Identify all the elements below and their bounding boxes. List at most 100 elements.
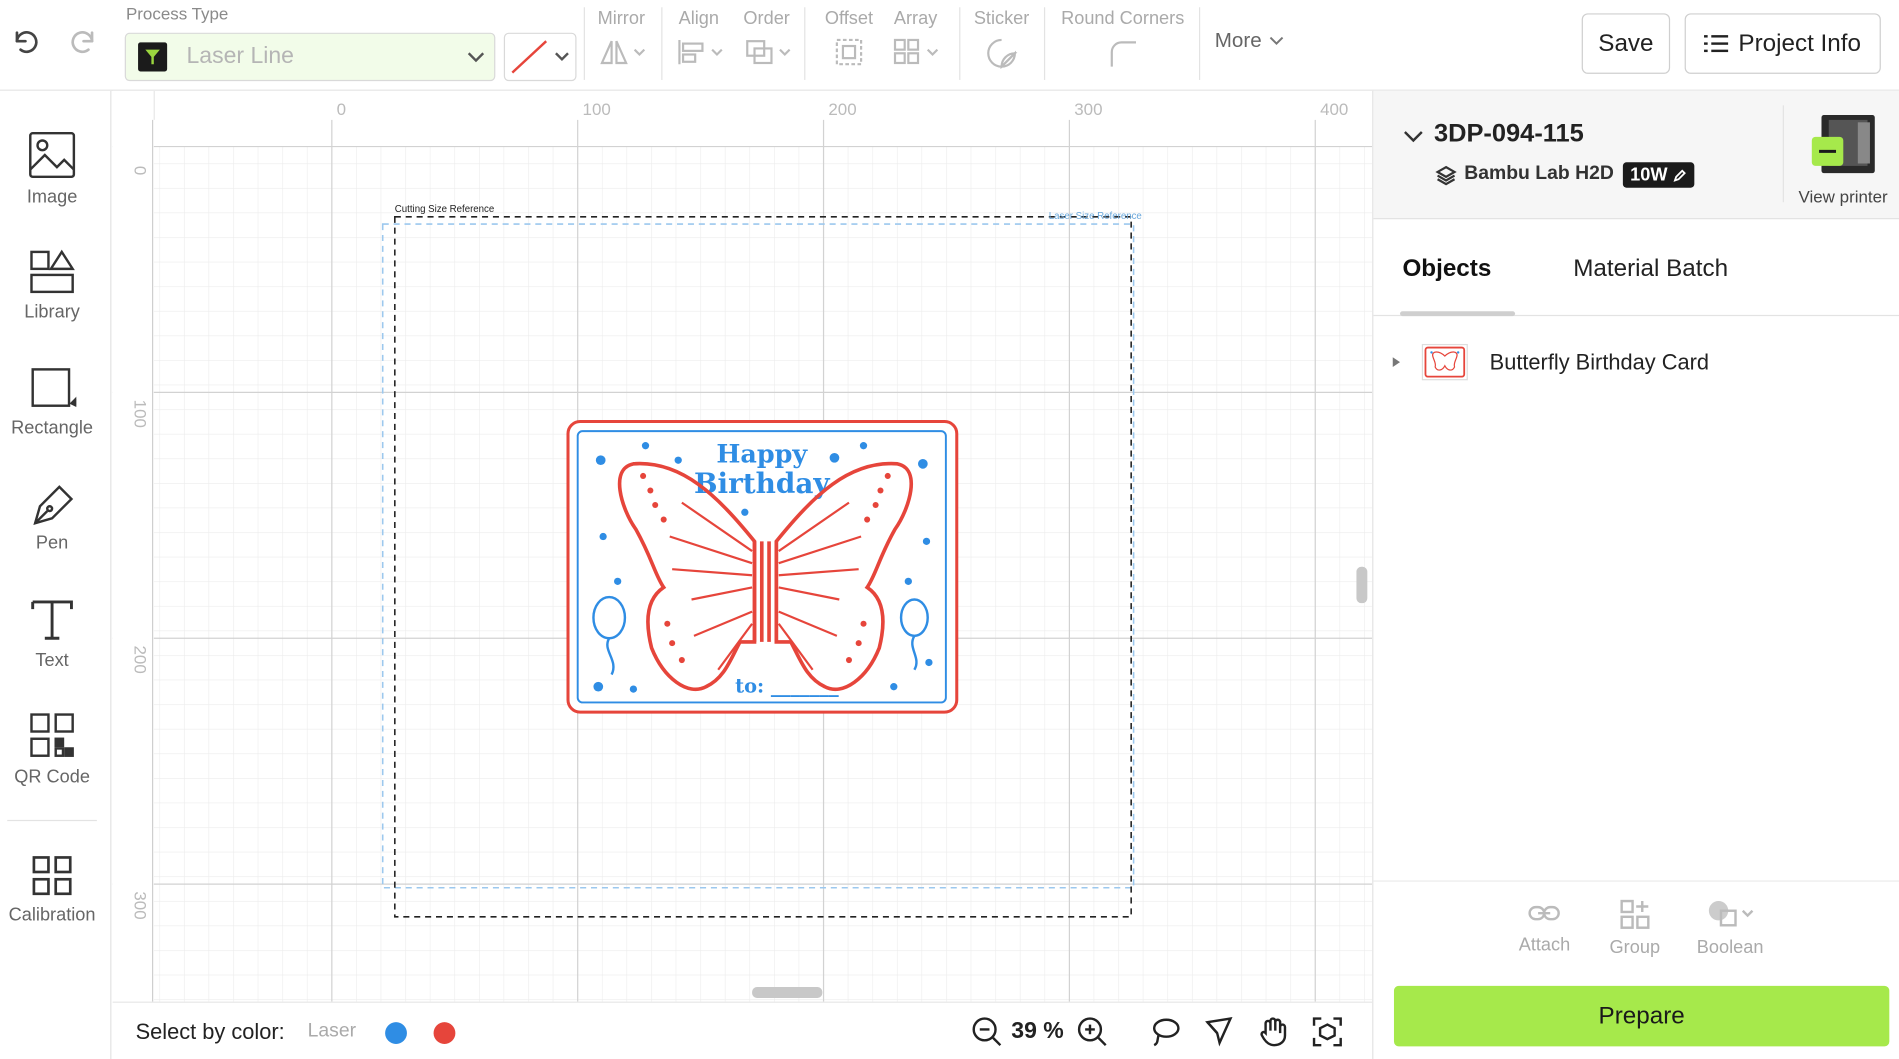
butterfly-thumbnail-icon (1424, 346, 1466, 378)
sidebar-item-pen[interactable]: Pen (0, 482, 104, 553)
project-info-button[interactable]: Project Info (1684, 13, 1881, 74)
object-list-item[interactable]: Butterfly Birthday Card (1373, 333, 1899, 391)
undo-icon[interactable] (10, 27, 41, 58)
sticker-tool[interactable]: Sticker (971, 0, 1032, 91)
library-icon (30, 249, 75, 294)
sidebar-item-label: Library (24, 301, 80, 323)
mirror-tool[interactable]: Mirror (593, 0, 649, 91)
list-icon (1704, 35, 1729, 53)
sidebar-item-calibration[interactable]: Calibration (0, 854, 104, 925)
order-tool[interactable]: Order (739, 0, 795, 91)
printer-divider (1782, 105, 1784, 203)
laser-layer-label: Laser (307, 1020, 357, 1042)
text-icon (31, 600, 73, 640)
image-icon (29, 132, 76, 179)
mirror-icon (597, 38, 646, 67)
group-icon (1620, 899, 1650, 929)
tab-objects[interactable]: Objects (1402, 256, 1491, 284)
toolbar-divider (959, 7, 961, 80)
ruler-tick-label: 400 (1320, 100, 1348, 119)
pen-icon (33, 485, 74, 525)
lasso-icon[interactable] (1149, 1016, 1180, 1047)
layers-icon (1435, 165, 1457, 186)
color-swatch-blue[interactable] (385, 1022, 407, 1044)
ruler-tick-label: 200 (130, 646, 149, 674)
sidebar-item-label: Pen (35, 532, 69, 554)
sidebar-item-library[interactable]: Library (0, 248, 104, 322)
select-by-color-label: Select by color: (135, 1019, 285, 1044)
qr-code-icon (30, 713, 74, 757)
line-swatch-icon (511, 40, 548, 74)
caret-right-icon[interactable] (1390, 356, 1402, 368)
offset-tool[interactable]: Offset (821, 0, 877, 91)
order-label: Order (743, 8, 790, 30)
prepare-button[interactable]: Prepare (1393, 985, 1890, 1047)
tab-material-batch[interactable]: Material Batch (1573, 256, 1728, 284)
butterfly-birthday-card-design[interactable]: Happy Birthday to: _______ (566, 419, 959, 714)
printer-info: 3DP-094-115 Bambu Lab H2D 10W View print… (1373, 90, 1899, 220)
view-printer-link[interactable]: View printer (1798, 187, 1887, 206)
sidebar-item-qr-code[interactable]: QR Code (0, 711, 104, 787)
toolbar-divider (1043, 7, 1046, 80)
fit-view-icon[interactable] (1312, 1016, 1343, 1047)
order-icon (742, 38, 791, 67)
sidebar-item-label: Text (35, 650, 69, 671)
toolbar-divider (804, 7, 806, 80)
sidebar-item-image[interactable]: Image (0, 131, 104, 207)
chevron-down-icon[interactable] (1401, 128, 1425, 145)
hand-icon[interactable] (1257, 1016, 1288, 1047)
zoom-level: 39 % (1011, 1018, 1064, 1044)
line-color-select[interactable] (503, 32, 577, 82)
zoom-in-icon[interactable] (1077, 1016, 1108, 1047)
design-canvas[interactable]: 0 100 200 300 400 0 100 200 300 Cutting … (112, 90, 1373, 1002)
group-button[interactable]: Group (1610, 899, 1660, 958)
more-menu[interactable]: More (1215, 29, 1285, 53)
object-thumbnail (1421, 343, 1468, 381)
ruler-tick-label: 200 (828, 100, 856, 119)
round-corners-icon (1107, 38, 1138, 69)
save-button[interactable]: Save (1581, 13, 1671, 74)
laser-size-reference-label: Laser Size Reference (1049, 211, 1142, 222)
color-swatch-red[interactable] (433, 1022, 456, 1044)
ruler-tick-label: 100 (130, 400, 149, 428)
array-label: Array (893, 8, 938, 30)
sidebar-item-label: QR Code (14, 766, 90, 788)
edit-icon (1673, 168, 1686, 182)
top-toolbar: Process Type Laser Line Mirror Align Ord… (0, 0, 1899, 91)
sidebar-item-label: Rectangle (11, 417, 93, 439)
process-type-value: Laser Line (186, 43, 294, 70)
process-type-select[interactable]: Laser Line (124, 32, 496, 82)
chevron-down-icon (555, 52, 569, 62)
horizontal-scrollbar[interactable] (752, 987, 823, 998)
link-icon (1528, 905, 1561, 921)
align-label: Align (678, 8, 719, 30)
object-name: Butterfly Birthday Card (1489, 349, 1709, 374)
process-type-label: Process Type (125, 3, 229, 24)
boolean-button[interactable]: Boolean (1697, 899, 1763, 958)
card-text-to: to: _______ (735, 675, 839, 698)
more-label: More (1214, 29, 1262, 53)
mirror-label: Mirror (597, 8, 646, 30)
round-corners-tool[interactable]: Round Corners (1056, 0, 1189, 91)
active-tab-indicator (1400, 311, 1516, 317)
zoom-out-icon[interactable] (971, 1016, 1002, 1047)
calibration-icon (32, 856, 72, 896)
project-name: 3DP-094-115 (1433, 119, 1584, 148)
select-arrow-icon[interactable] (1204, 1016, 1235, 1047)
vertical-scrollbar[interactable] (1356, 566, 1368, 604)
sidebar-item-rectangle[interactable]: Rectangle (0, 367, 104, 438)
align-icon (675, 38, 723, 67)
sidebar-item-text[interactable]: Text (0, 597, 104, 671)
printer-thumbnail-icon[interactable] (1809, 110, 1882, 178)
array-icon (891, 38, 939, 67)
ruler-tick-label: 300 (130, 891, 149, 919)
align-tool[interactable]: Align (671, 0, 727, 91)
laser-power-badge[interactable]: 10W (1622, 162, 1695, 188)
ruler-tick-label: 100 (583, 100, 611, 119)
canvas-grid[interactable]: 0 100 200 300 400 0 100 200 300 Cutting … (112, 90, 1373, 1002)
attach-button[interactable]: Attach (1519, 899, 1570, 956)
array-tool[interactable]: Array (891, 0, 939, 91)
redo-icon[interactable] (68, 27, 99, 58)
ruler-tick-label: 0 (337, 100, 346, 119)
boolean-icon (1708, 901, 1753, 927)
